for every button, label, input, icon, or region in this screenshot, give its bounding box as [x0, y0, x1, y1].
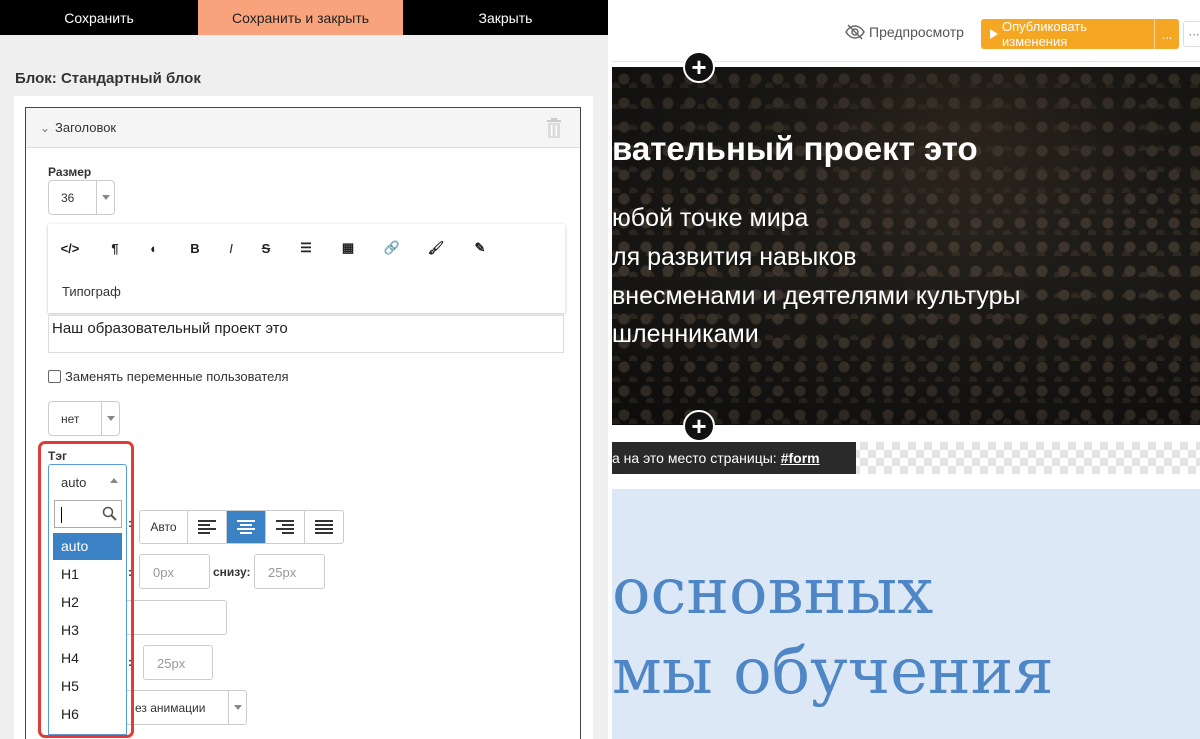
hero-line-3: внесменами и деятелями культуры — [612, 282, 1021, 310]
align-justify-button[interactable] — [304, 511, 343, 543]
save-button[interactable]: Сохранить — [0, 0, 198, 35]
align-justify-icon — [315, 520, 333, 534]
editor-panel: Сохранить Сохранить и закрыть Закрыть Бл… — [0, 0, 608, 739]
paragraph-icon[interactable]: ¶ — [105, 238, 125, 258]
section-title-line-1: основных — [612, 555, 934, 629]
animation-value: ез анимации — [135, 701, 206, 715]
padding-bottom-label: снизу: — [213, 565, 251, 579]
size-select[interactable]: 36 — [48, 180, 115, 215]
padding-bottom-input[interactable]: 25px — [254, 554, 325, 589]
variant-select[interactable]: нет — [48, 401, 120, 436]
chevron-down-icon: ⌄ — [40, 121, 51, 135]
save-and-close-button[interactable]: Сохранить и закрыть — [198, 0, 403, 35]
page-preview: Предпросмотр Опубликовать изменения ... … — [612, 0, 1200, 739]
hero-line-1: юбой точке мира — [612, 204, 809, 232]
margin-value: 25px — [157, 656, 186, 671]
brush-icon[interactable]: 🖌 — [426, 238, 446, 258]
highlight-frame — [38, 441, 134, 738]
rich-text-toolbar: </> ¶ ◐ B I S ☰ ▦ 🔗 🖌 ✎ Типограф — [48, 224, 565, 313]
programs-section: основных мы обучения — [612, 489, 1200, 739]
anchor-link[interactable]: #form — [781, 450, 820, 466]
align-auto-button[interactable]: Авто — [140, 511, 187, 543]
dropdown-arrow-icon — [101, 402, 119, 435]
block-title: Блок: Стандартный блок — [15, 70, 201, 87]
dropdown-arrow-icon — [228, 691, 246, 724]
link-icon[interactable]: 🔗 — [382, 238, 402, 258]
alignment-group: Авто — [139, 510, 344, 544]
publish-more-button[interactable]: ... — [1154, 19, 1179, 49]
anchor-strip: а на это место страницы: #form — [612, 442, 1200, 474]
margin-input[interactable]: 25px — [143, 645, 213, 680]
section-title-line-2: мы обучения — [612, 635, 1054, 709]
anchor-text: а на это место страницы: — [612, 450, 777, 466]
pencil-icon[interactable]: ✎ — [470, 238, 490, 258]
heading-text-editor[interactable]: Наш образовательный проект это — [48, 315, 564, 353]
table-icon[interactable]: ▦ — [338, 238, 358, 258]
anchor-bar: а на это место страницы: #form — [612, 442, 856, 474]
dropdown-arrow-icon — [96, 181, 114, 214]
align-right-icon — [276, 520, 294, 534]
accordion-title: Заголовок — [55, 120, 117, 135]
align-center-button[interactable] — [226, 511, 265, 543]
eye-slash-icon — [845, 24, 865, 40]
replace-vars-label: Заменять переменные пользователя — [65, 369, 289, 384]
typograph-button[interactable]: Типограф — [62, 284, 121, 299]
code-icon[interactable]: </> — [60, 238, 80, 258]
menu-toggle-icon[interactable]: ⋯ — [1183, 21, 1200, 47]
accordion-header[interactable]: ⌄ Заголовок — [26, 108, 580, 148]
replace-vars-row[interactable]: Заменять переменные пользователя — [48, 369, 289, 384]
strikethrough-icon[interactable]: S — [256, 238, 276, 258]
hero-line-4: шленниками — [612, 320, 759, 348]
preview-button[interactable]: Предпросмотр — [845, 24, 964, 40]
bold-icon[interactable]: B — [185, 238, 205, 258]
italic-icon[interactable]: I — [221, 238, 241, 258]
close-button[interactable]: Закрыть — [403, 0, 608, 35]
add-block-icon[interactable]: + — [683, 410, 715, 442]
play-icon — [990, 29, 998, 39]
align-left-icon — [198, 520, 216, 534]
variant-value: нет — [61, 412, 80, 426]
hero-line-2: ля развития навыков — [612, 243, 857, 271]
size-label: Размер — [48, 165, 92, 179]
align-right-button[interactable] — [265, 511, 304, 543]
publish-label: Опубликовать изменения — [1002, 19, 1088, 49]
size-value: 36 — [61, 191, 75, 205]
editor-topbar: Сохранить Сохранить и закрыть Закрыть — [0, 0, 608, 35]
list-icon[interactable]: ☰ — [296, 238, 316, 258]
hero-title: вательный проект это — [612, 130, 978, 167]
padding-top-input[interactable]: 0px — [139, 554, 210, 589]
padding-top-value: 0px — [153, 565, 174, 580]
add-block-icon[interactable]: + — [683, 51, 715, 83]
trash-icon[interactable] — [545, 118, 563, 138]
replace-vars-checkbox[interactable] — [48, 370, 61, 383]
hero-section: вательный проект это юбой точке мира ля … — [612, 67, 1200, 425]
align-left-button[interactable] — [187, 511, 226, 543]
contrast-icon[interactable]: ◐ — [144, 238, 164, 258]
align-center-icon — [237, 520, 255, 534]
padding-bottom-value: 25px — [268, 565, 297, 580]
preview-label: Предпросмотр — [869, 24, 964, 40]
publish-button[interactable]: Опубликовать изменения ... — [981, 19, 1179, 49]
